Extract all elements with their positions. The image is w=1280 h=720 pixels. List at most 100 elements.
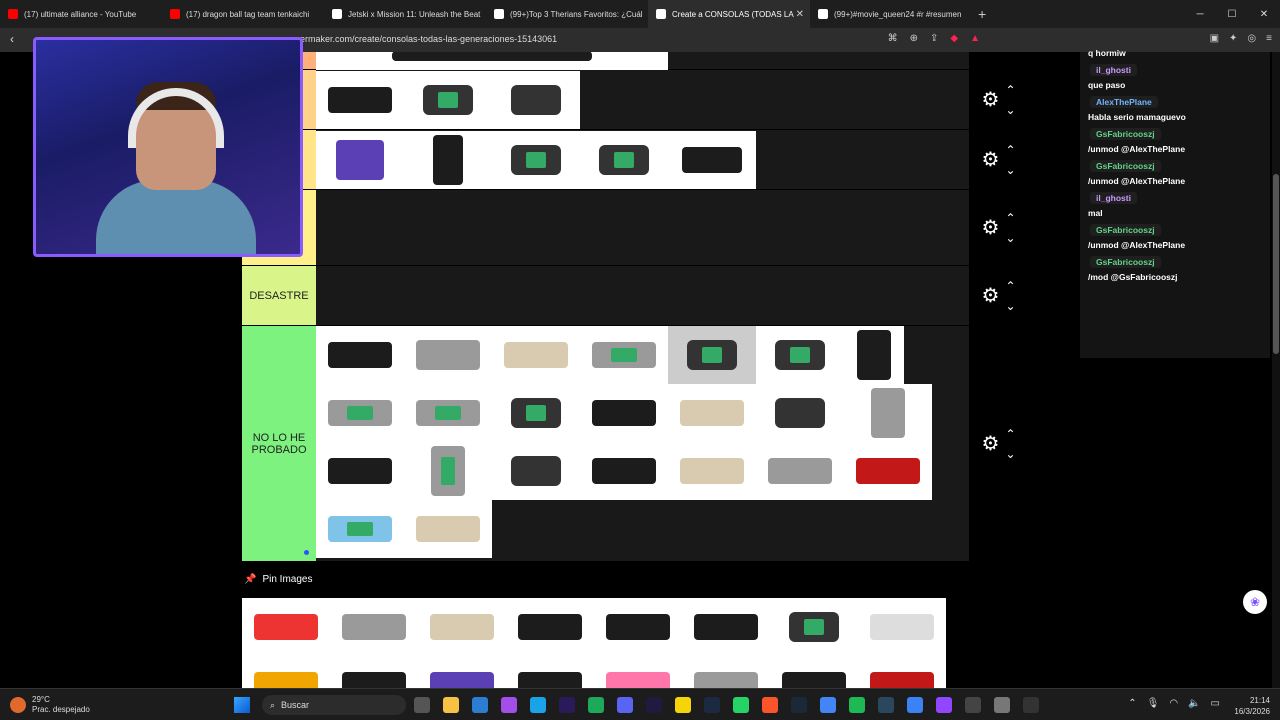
new-tab-button[interactable]: +: [978, 6, 986, 22]
move-down-icon[interactable]: ⌄: [1005, 160, 1015, 180]
tier-image[interactable]: [316, 442, 404, 500]
premiere-icon[interactable]: [646, 697, 662, 713]
steam-icon[interactable]: [878, 697, 894, 713]
rewards-icon[interactable]: ▲: [970, 33, 980, 44]
pool-image[interactable]: [242, 656, 330, 688]
tier-image[interactable]: [404, 500, 492, 558]
gear-icon[interactable]: ⚙: [982, 147, 1000, 172]
app-icon[interactable]: [965, 697, 981, 713]
spotify-icon[interactable]: [849, 697, 865, 713]
tier-image[interactable]: [404, 71, 492, 129]
xbox-icon[interactable]: [588, 697, 604, 713]
pool-image[interactable]: [330, 598, 418, 656]
gear-icon[interactable]: ⚙: [982, 283, 1000, 308]
move-down-icon[interactable]: ⌄: [1005, 444, 1015, 464]
move-down-icon[interactable]: ⌄: [1005, 100, 1015, 120]
back-icon[interactable]: ‹: [10, 32, 14, 46]
tier-dropzone[interactable]: [316, 70, 969, 129]
taskbar-search[interactable]: ⌕ Buscar: [262, 695, 406, 715]
tier-image[interactable]: [668, 384, 756, 442]
url-field[interactable]: ermaker.com/create/consolas-todas-las-ge…: [300, 34, 557, 44]
tier-dropzone[interactable]: [316, 190, 969, 265]
app-icon[interactable]: [907, 697, 923, 713]
tier-image[interactable]: [404, 326, 492, 384]
image-pool[interactable]: [242, 598, 946, 688]
sidebar-icon[interactable]: ▣: [1210, 33, 1219, 44]
chrome-icon[interactable]: [820, 697, 836, 713]
tier-image[interactable]: [668, 442, 756, 500]
tier-image[interactable]: [844, 442, 932, 500]
move-up-icon[interactable]: ⌃: [1005, 276, 1015, 296]
move-up-icon[interactable]: ⌃: [1005, 140, 1015, 160]
tier-image[interactable]: [492, 326, 580, 384]
after-effects-icon[interactable]: [559, 697, 575, 713]
pool-image[interactable]: [682, 598, 770, 656]
tier-dropzone[interactable]: [316, 130, 969, 189]
tier-image[interactable]: [580, 384, 668, 442]
tier-dropzone[interactable]: [316, 266, 969, 325]
tier-image[interactable]: [404, 131, 492, 189]
extensions-icon[interactable]: ✦: [1229, 33, 1237, 44]
tier-image[interactable]: [404, 384, 492, 442]
tier-image[interactable]: [756, 384, 844, 442]
tier-label[interactable]: NO LO HE PROBADO: [242, 326, 316, 561]
app-icon[interactable]: [994, 697, 1010, 713]
scrollbar-thumb[interactable]: [1273, 174, 1279, 354]
tier-image[interactable]: [580, 326, 668, 384]
whatsapp-icon[interactable]: [733, 697, 749, 713]
tab-youtube-2[interactable]: (17) dragon ball tag team tenkaichi: [162, 0, 324, 28]
tier-image[interactable]: [316, 500, 404, 558]
pool-image[interactable]: [858, 656, 946, 688]
pool-image[interactable]: [418, 656, 506, 688]
wallet-icon[interactable]: ◎: [1247, 33, 1256, 44]
pool-image[interactable]: [418, 598, 506, 656]
extension-fab-icon[interactable]: ❀: [1243, 590, 1267, 614]
battery-icon[interactable]: ▭: [1211, 698, 1220, 709]
share-icon[interactable]: ⇪: [930, 33, 938, 44]
tier-image[interactable]: [492, 442, 580, 500]
pool-image[interactable]: [242, 598, 330, 656]
discord-icon[interactable]: [617, 697, 633, 713]
tier-label[interactable]: DESASTRE: [242, 266, 316, 325]
tier-image[interactable]: [668, 131, 756, 189]
gear-icon[interactable]: ⚙: [982, 87, 1000, 112]
tab-tiktok-3[interactable]: (99+)#movie_queen24 #r #resumen: [810, 0, 972, 28]
translate-icon[interactable]: ⌘: [888, 33, 898, 44]
tier-image[interactable]: [316, 71, 404, 129]
tab-tiktok-2[interactable]: (99+)Top 3 Therians Favoritos: ¿Cuál: [486, 0, 648, 28]
edge-icon[interactable]: [530, 697, 546, 713]
start-button[interactable]: [234, 697, 250, 713]
steam-icon[interactable]: [791, 697, 807, 713]
tier-image[interactable]: [316, 384, 404, 442]
pool-image[interactable]: [594, 656, 682, 688]
pool-image[interactable]: [330, 656, 418, 688]
wifi-icon[interactable]: ◠: [1169, 698, 1178, 709]
tier-dropzone[interactable]: [316, 52, 969, 70]
pool-image[interactable]: [682, 656, 770, 688]
close-tab-icon[interactable]: ✕: [796, 9, 804, 20]
zoom-icon[interactable]: ⊕: [910, 33, 918, 44]
scrollbar-track[interactable]: [1272, 52, 1280, 688]
move-up-icon[interactable]: ⌃: [1005, 80, 1015, 100]
pool-image[interactable]: [770, 598, 858, 656]
tier-image[interactable]: [844, 326, 904, 384]
tier-image[interactable]: [668, 326, 756, 384]
brave-icon[interactable]: [762, 697, 778, 713]
twitch-icon[interactable]: [936, 697, 952, 713]
tier-image[interactable]: [316, 131, 404, 189]
tier-image[interactable]: [844, 384, 932, 442]
menu-icon[interactable]: ≡: [1266, 33, 1272, 44]
minimize-icon[interactable]: ─: [1184, 0, 1216, 28]
volume-icon[interactable]: 🔈: [1188, 698, 1200, 709]
tier-image[interactable]: [756, 442, 844, 500]
drag-handle-dot[interactable]: [304, 550, 309, 555]
chevron-up-icon[interactable]: ⌃: [1128, 698, 1136, 709]
file-explorer-icon[interactable]: [443, 697, 459, 713]
pool-image[interactable]: [858, 598, 946, 656]
microphone-icon[interactable]: 🎙: [1147, 698, 1160, 709]
maximize-icon[interactable]: ☐: [1216, 0, 1248, 28]
app-icon[interactable]: [1023, 697, 1039, 713]
task-view-icon[interactable]: [414, 697, 430, 713]
tab-tiktok-1[interactable]: Jetski x Mission 11: Unleash the Beat: [324, 0, 486, 28]
tier-image[interactable]: [316, 52, 668, 70]
